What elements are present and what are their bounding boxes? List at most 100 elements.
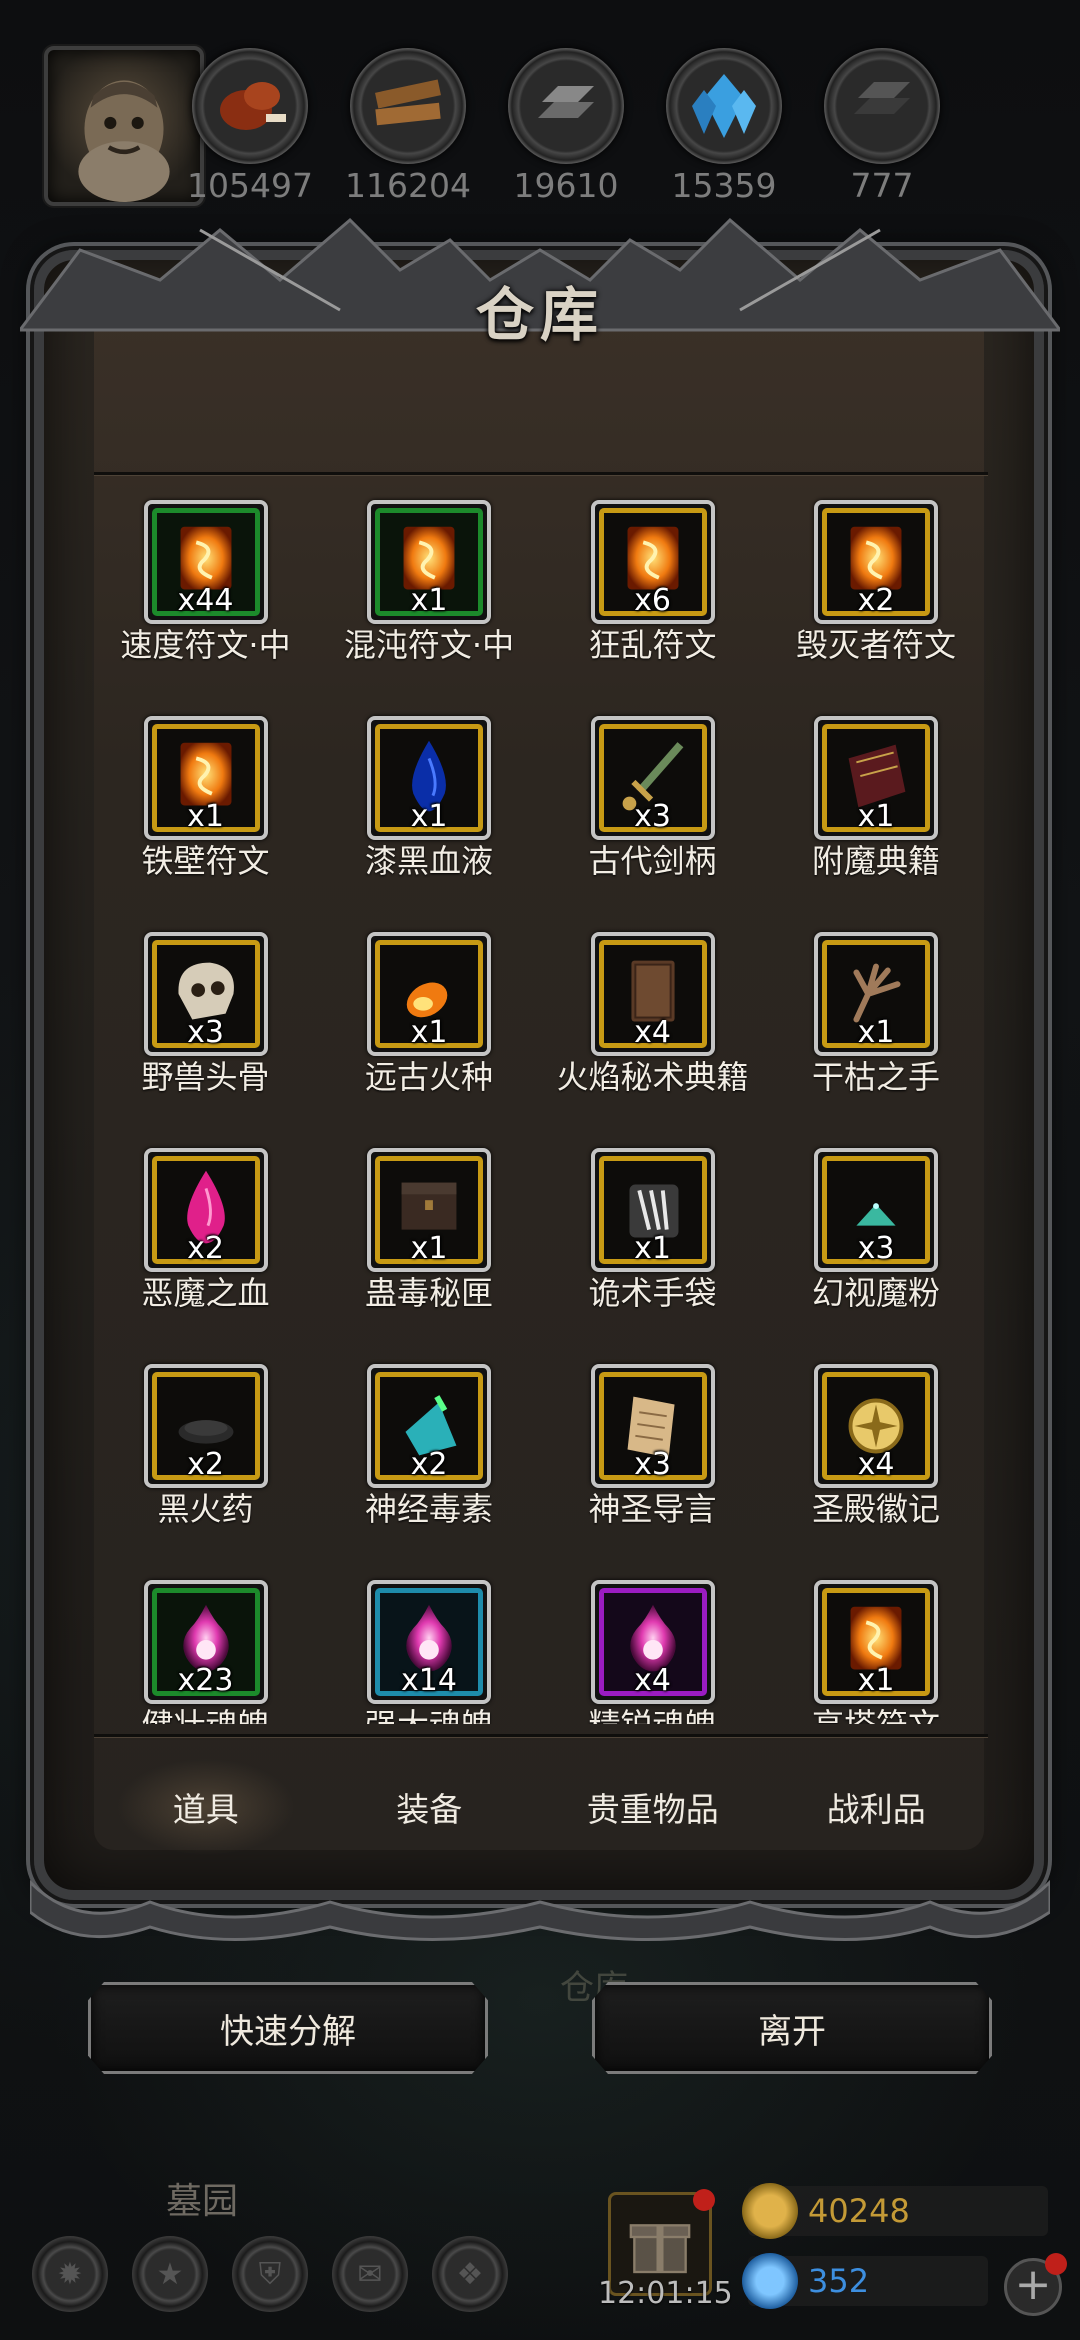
item-quantity: x1 — [410, 799, 448, 834]
inventory-item[interactable]: x2 恶魔之血 — [94, 1148, 317, 1314]
resource-counter[interactable]: 105497 — [187, 48, 313, 205]
inventory-item[interactable]: x1 附魔典籍 — [765, 716, 988, 882]
gem-counter: 352 — [742, 2253, 988, 2309]
item-name: 幻视魔粉 — [811, 1274, 940, 1312]
inventory-item[interactable]: x6 狂乱符文 — [541, 500, 764, 666]
item-slot[interactable]: x44 — [143, 500, 268, 624]
inventory-item[interactable]: x2 神经毒素 — [318, 1364, 541, 1530]
item-quantity: x3 — [634, 799, 671, 834]
inventory-item[interactable]: x4 圣殿徽记 — [765, 1364, 988, 1530]
resource-counter[interactable]: 15359 — [666, 48, 782, 205]
item-slot[interactable]: x1 — [367, 932, 491, 1056]
item-name: 黑火药 — [157, 1490, 254, 1528]
item-name: 漆黑血液 — [364, 842, 493, 880]
item-slot[interactable]: x4 — [590, 932, 715, 1056]
quick-decompose-button[interactable]: 快速分解 — [88, 1982, 488, 2074]
item-slot[interactable]: x1 — [367, 500, 491, 624]
helmet-icon[interactable]: ⛨ — [232, 2236, 308, 2312]
item-quantity: x6 — [634, 583, 671, 618]
meat-icon — [210, 66, 290, 146]
item-quantity: x1 — [857, 799, 895, 834]
item-name: 野兽头骨 — [141, 1058, 270, 1096]
resource-counter[interactable]: 19610 — [508, 48, 624, 205]
inventory-item[interactable]: x2 毁灭者符文 — [765, 500, 988, 666]
item-slot[interactable]: x3 — [143, 932, 268, 1056]
tab-valuables[interactable]: 贵重物品 — [541, 1742, 765, 1872]
item-slot[interactable]: x1 — [590, 1148, 715, 1272]
settings-icon[interactable]: ✹ — [32, 2236, 108, 2312]
item-slot[interactable]: x3 — [814, 1148, 938, 1272]
tab-items[interactable]: 道具 — [94, 1742, 318, 1872]
item-slot[interactable]: x14 — [367, 1580, 491, 1704]
resource-value: 777 — [850, 166, 914, 205]
item-name: 铁壁符文 — [141, 842, 270, 880]
item-slot[interactable]: x1 — [367, 716, 491, 840]
item-slot[interactable]: x1 — [143, 716, 268, 840]
inventory-item[interactable]: x1 混沌符文·中 — [318, 500, 541, 666]
inventory-item[interactable]: x1 漆黑血液 — [318, 716, 541, 882]
inventory-item[interactable]: x2 黑火药 — [94, 1364, 317, 1530]
resource-ring — [192, 48, 308, 164]
notification-dot — [1045, 2253, 1067, 2275]
item-name: 古代剑柄 — [588, 842, 717, 880]
inventory-item[interactable]: x1 干枯之手 — [765, 932, 988, 1098]
inventory-item[interactable]: x3 古代剑柄 — [541, 716, 764, 882]
item-slot[interactable]: x3 — [590, 1364, 715, 1488]
inventory-item[interactable]: x14强大魂魄 — [318, 1580, 541, 1724]
add-currency-button[interactable]: + — [1004, 2253, 1067, 2316]
crest-icon[interactable]: ❖ — [432, 2236, 508, 2312]
inventory-item[interactable]: x3 神圣导言 — [541, 1364, 764, 1530]
item-name: 速度符文·中 — [120, 626, 291, 664]
item-quantity: x2 — [187, 1231, 224, 1266]
item-name: 恶魔之血 — [141, 1274, 270, 1312]
item-quantity: x1 — [634, 1231, 671, 1266]
inventory-item[interactable]: x1高塔符文 — [765, 1580, 988, 1724]
inventory-item[interactable]: x3 幻视魔粉 — [765, 1148, 988, 1314]
item-slot[interactable]: x1 — [814, 932, 938, 1056]
resource-value: 15359 — [671, 166, 777, 205]
item-quantity: x4 — [634, 1663, 671, 1698]
item-slot[interactable]: x1 — [814, 1580, 938, 1704]
item-slot[interactable]: x1 — [814, 716, 938, 840]
item-slot[interactable]: x3 — [590, 716, 715, 840]
divider — [94, 472, 988, 475]
inventory-item[interactable]: x23健壮魂魄 — [94, 1580, 317, 1724]
inventory-item[interactable]: x1 诡术手袋 — [541, 1148, 764, 1314]
gold-counter: 40248 — [742, 2183, 1048, 2239]
inventory-item[interactable]: x1 蛊毒秘匣 — [318, 1148, 541, 1314]
item-grid[interactable]: x44 速度符文·中 x1 混沌符文·中 x6 狂乱符文 x2 毁灭者符文 x1 铁壁符文 x1 漆黑… — [94, 492, 988, 1724]
item-name: 毁灭者符文 — [795, 626, 956, 664]
ornate-frame-bottom — [30, 1879, 1050, 1941]
wood-planks-icon — [368, 66, 448, 146]
inventory-item[interactable]: x1 远古火种 — [318, 932, 541, 1098]
resource-counter[interactable]: 116204 — [345, 48, 471, 205]
inventory-item[interactable]: x4精锐魂魄 — [541, 1580, 764, 1724]
item-quantity: x44 — [177, 583, 234, 618]
item-slot[interactable]: x2 — [143, 1148, 268, 1272]
item-slot[interactable]: x4 — [814, 1364, 938, 1488]
inventory-item[interactable]: x1 铁壁符文 — [94, 716, 317, 882]
star-badge-icon[interactable]: ★ — [132, 2236, 208, 2312]
mail-icon[interactable]: ✉ — [332, 2236, 408, 2312]
item-quantity: x1 — [410, 583, 448, 618]
leave-button[interactable]: 离开 — [592, 1982, 992, 2074]
item-slot[interactable]: x2 — [143, 1364, 268, 1488]
item-slot[interactable]: x2 — [367, 1364, 491, 1488]
item-name: 火焰秘术典籍 — [556, 1058, 749, 1096]
resource-value: 105497 — [187, 166, 313, 205]
item-slot[interactable]: x6 — [590, 500, 715, 624]
tab-loot[interactable]: 战利品 — [765, 1742, 989, 1872]
resource-counter[interactable]: 777 — [824, 48, 940, 205]
tab-equipment[interactable]: 装备 — [318, 1742, 542, 1872]
inventory-item[interactable]: x3 野兽头骨 — [94, 932, 317, 1098]
inventory-item[interactable]: x44 速度符文·中 — [94, 500, 317, 666]
location-label: 墓园 — [166, 2181, 239, 2222]
gold-coin-icon — [742, 2183, 798, 2239]
item-slot[interactable]: x2 — [814, 500, 938, 624]
item-name: 神圣导言 — [588, 1490, 717, 1528]
item-slot[interactable]: x1 — [367, 1148, 491, 1272]
item-slot[interactable]: x23 — [143, 1580, 268, 1704]
item-slot[interactable]: x4 — [590, 1580, 715, 1704]
inventory-item[interactable]: x4 火焰秘术典籍 — [541, 932, 764, 1098]
item-quantity: x2 — [857, 583, 895, 618]
